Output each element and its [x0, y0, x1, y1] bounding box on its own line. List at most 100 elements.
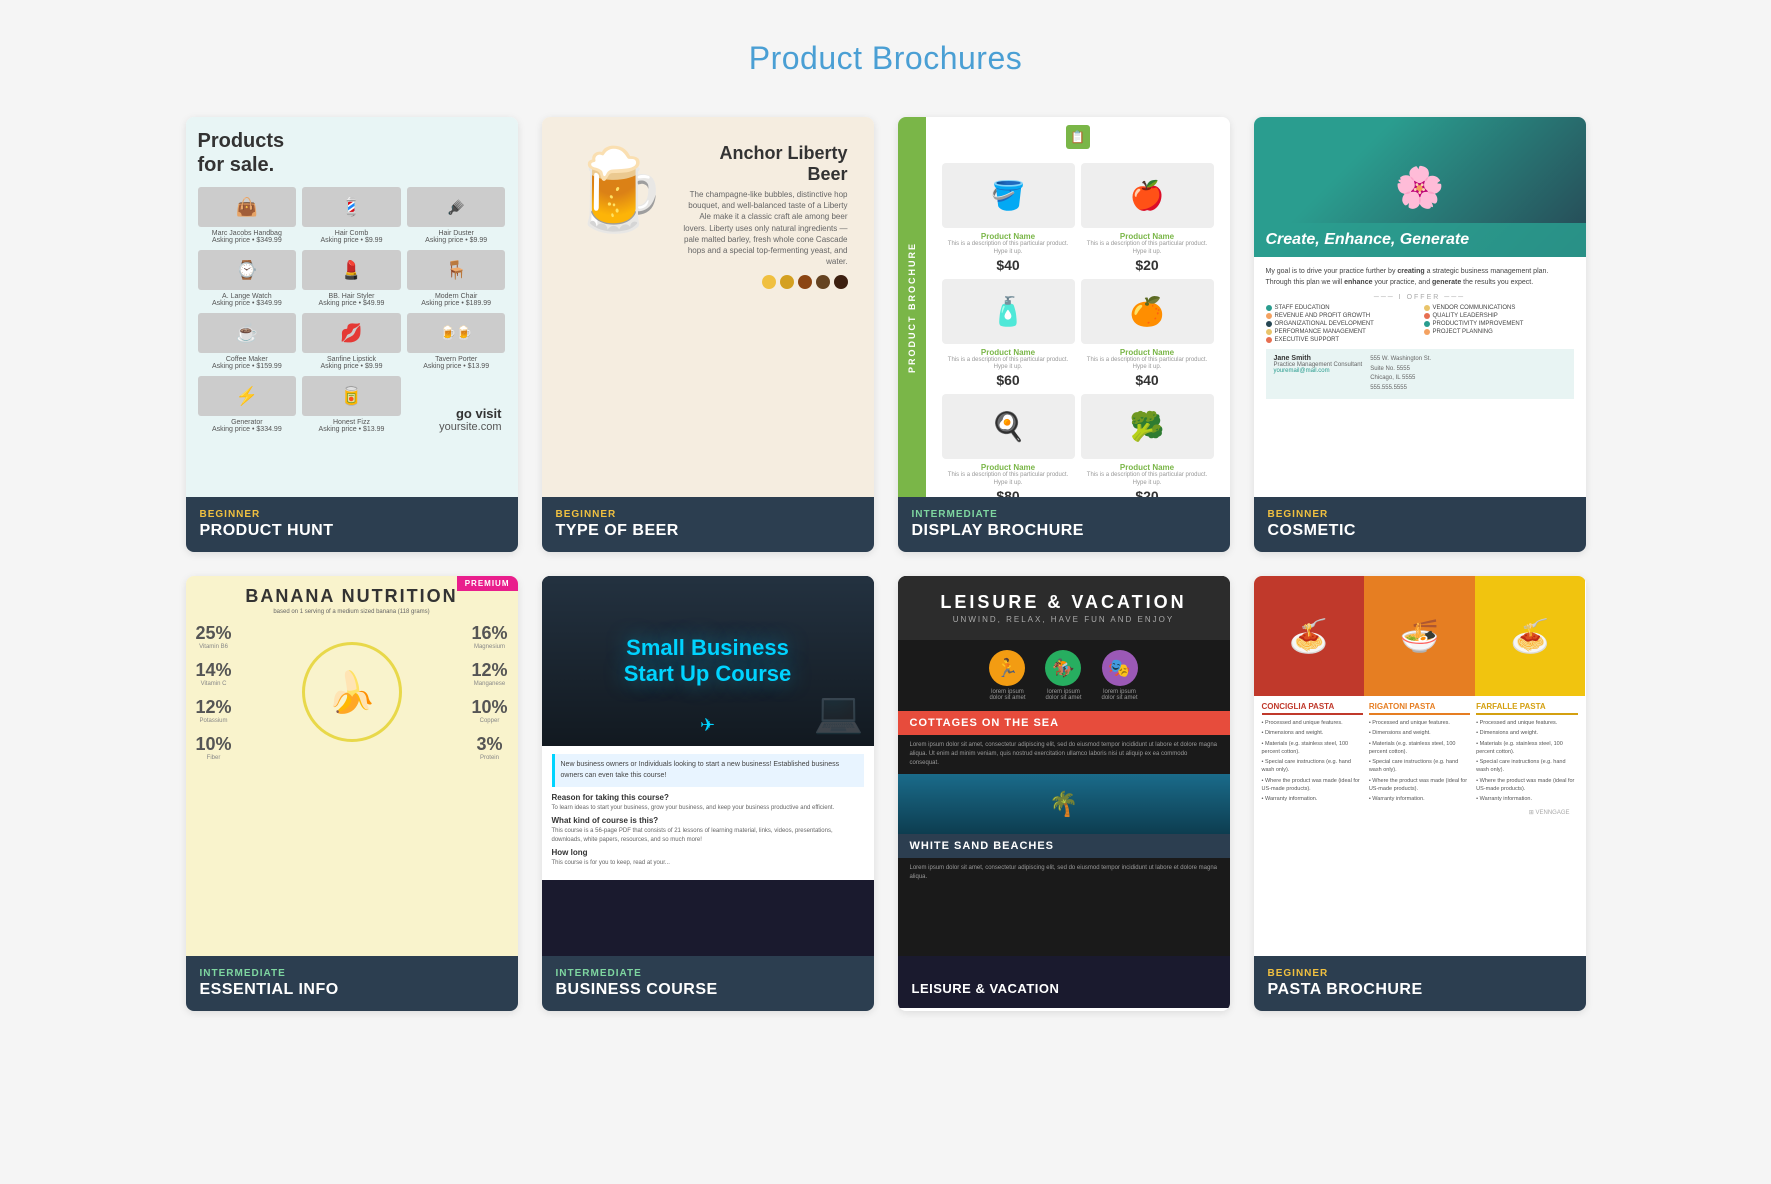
card-preview-product-hunt: Productsfor sale. 👜 Marc Jacobs Handbag … — [186, 117, 518, 497]
ph-item-img: 💋 — [302, 313, 401, 353]
contact-name: Jane Smith — [1274, 355, 1363, 362]
service-dot — [1424, 329, 1430, 335]
leisure-icon-item: 🏃 lorem ipsumdolor sit amet — [989, 650, 1025, 701]
cosmetic-hero-overlay: Create, Enhance, Generate — [1254, 223, 1586, 257]
pasta-column-conciglia: CONCIGLIA PASTA Processed and unique fea… — [1262, 702, 1363, 805]
service-dot — [1424, 321, 1430, 327]
venngage-logo: ⊞ VENNGAGE — [1262, 805, 1578, 820]
card-title: TYPE OF BEER — [556, 522, 860, 540]
card-banana-nutrition[interactable]: PREMIUM BANANA NUTRITION based on 1 serv… — [186, 576, 518, 1011]
service-item: REVENUE AND PROFIT GROWTH — [1266, 313, 1416, 319]
cosmetic-contact: Jane Smith Practice Management Consultan… — [1266, 349, 1574, 399]
ph-item-img: ☕ — [198, 313, 297, 353]
card-preview-display: Product Brochure 📋 🪣 Product Name This i… — [898, 117, 1230, 497]
stat-pct: 12% — [196, 697, 232, 718]
card-footer-beer: BEGINNER TYPE OF BEER — [542, 497, 874, 552]
leisure-section-text: Lorem ipsum dolor sit amet, consectetur … — [910, 864, 1218, 882]
ph-item-price: Asking price • $189.99 — [407, 300, 506, 307]
card-footer-banana: INTERMEDIATE ESSENTIAL INFO — [186, 956, 518, 1011]
product-desc: This is a description of this particular… — [942, 241, 1075, 257]
service-item: PRODUCTIVITY IMPROVEMENT — [1424, 321, 1574, 327]
product-img: 🧴 — [942, 279, 1075, 344]
leisure-header: LEISURE & VACATION UNWIND, RELAX, HAVE F… — [898, 576, 1230, 640]
ph-item-price: Asking price • $334.99 — [198, 426, 297, 433]
product-desc: This is a description of this particular… — [1081, 472, 1214, 488]
service-item: VENDOR COMMUNICATIONS — [1424, 305, 1574, 311]
card-business-course[interactable]: 💻 Small BusinessStart Up Course ✈ New bu… — [542, 576, 874, 1011]
stat-pct: 16% — [471, 623, 507, 644]
ph-item-name: Marc Jacobs Handbag — [198, 230, 297, 237]
card-leisure-vacation[interactable]: LEISURE & VACATION UNWIND, RELAX, HAVE F… — [898, 576, 1230, 1011]
card-pasta-brochure[interactable]: 🍝 🍜 🍝 CONCIGLIA PASTA Processed and uniq… — [1254, 576, 1586, 1011]
list-item: 🥦 Product Name This is a description of … — [1081, 394, 1214, 497]
list-item: Where the product was made (ideal for US… — [1476, 777, 1577, 794]
ph-item-img: 💄 — [302, 250, 401, 290]
card-level: INTERMEDIATE — [912, 509, 1216, 520]
list-item: Processed and unique features. — [1476, 719, 1577, 727]
pasta-img-conciglia: 🍝 — [1254, 576, 1365, 696]
product-price: $40 — [942, 257, 1075, 273]
ph-item-name: Generator — [198, 419, 297, 426]
display-sidebar-text: Product Brochure — [907, 242, 917, 373]
list-item: Where the product was made (ideal for US… — [1369, 777, 1470, 794]
card-title: PASTA BROCHURE — [1268, 981, 1572, 999]
list-item: Dimensions and weight. — [1476, 729, 1577, 737]
ph-item-price: Asking price • $349.99 — [198, 300, 297, 307]
service-dot — [1266, 313, 1272, 319]
ph-item-img: 🥫 — [302, 376, 401, 416]
leisure-icon-label: lorem ipsumdolor sit amet — [1102, 689, 1138, 701]
service-dot — [1266, 321, 1272, 327]
service-dot — [1266, 337, 1272, 343]
card-display-brochure[interactable]: Product Brochure 📋 🪣 Product Name This i… — [898, 117, 1230, 552]
leisure-icon-item: 🏇 lorem ipsumdolor sit amet — [1045, 650, 1081, 701]
leisure-section-body: Lorem ipsum dolor sit amet, consectetur … — [898, 735, 1230, 774]
card-level — [912, 968, 1216, 979]
product-name: Product Name — [942, 463, 1075, 472]
list-item: Dimensions and weight. — [1262, 729, 1363, 737]
pasta-column-rigatoni: RIGATONI PASTA Processed and unique feat… — [1369, 702, 1470, 805]
leisure-section-title: WHITE SAND BEACHES — [898, 834, 1230, 858]
contact-email: youremail@mail.com — [1274, 368, 1363, 374]
card-anchor-beer[interactable]: 🍺 Anchor Liberty Beer The champagne-like… — [542, 117, 874, 552]
ph-item-price: Asking price • $159.99 — [198, 363, 297, 370]
service-dot — [1266, 305, 1272, 311]
pasta-img-rigatoni: 🍜 — [1364, 576, 1475, 696]
card-level: INTERMEDIATE — [556, 968, 860, 979]
leisure-icon-circle: 🏇 — [1045, 650, 1081, 686]
ph-item-img: 🍺🍺 — [407, 313, 506, 353]
ph-website: yoursite.com — [439, 421, 501, 433]
card-preview-leisure: LEISURE & VACATION UNWIND, RELAX, HAVE F… — [898, 576, 1230, 956]
list-item: Processed and unique features. — [1369, 719, 1470, 727]
ph-item-name: Honest Fizz — [302, 419, 401, 426]
pasta-col-title: FARFALLE PASTA — [1476, 702, 1577, 715]
list-item: ⚡ Generator Asking price • $334.99 — [198, 376, 297, 433]
stat-pct: 14% — [196, 660, 232, 681]
business-content: 💻 Small BusinessStart Up Course ✈ New bu… — [542, 576, 874, 956]
ph-item-img: 🪑 — [407, 250, 506, 290]
card-footer-leisure: LEISURE & VACATION — [898, 956, 1230, 1008]
ph-item-name: BB. Hair Styler — [302, 293, 401, 300]
card-cosmetic[interactable]: 🌸 Create, Enhance, Generate My goal is t… — [1254, 117, 1586, 552]
service-item: PROJECT PLANNING — [1424, 329, 1574, 335]
list-item: Warranty information. — [1369, 795, 1470, 803]
business-question: Reason for taking this course? — [552, 793, 864, 802]
pasta-col-title: CONCIGLIA PASTA — [1262, 702, 1363, 715]
list-item: Materials (e.g. stainless steel, 100 per… — [1369, 740, 1470, 757]
ph-grid: 👜 Marc Jacobs Handbag Asking price • $34… — [198, 187, 506, 433]
banana-center-image: 🍌 — [302, 642, 402, 742]
card-level: BEGINNER — [1268, 968, 1572, 979]
contact-name-block: Jane Smith Practice Management Consultan… — [1274, 355, 1363, 393]
list-item: Warranty information. — [1262, 795, 1363, 803]
ph-footer: go visit yoursite.com — [439, 406, 501, 433]
contact-address: 555 W. Washington St.Suite No. 5555Chica… — [1370, 355, 1431, 393]
list-item: Materials (e.g. stainless steel, 100 per… — [1262, 740, 1363, 757]
card-product-hunt[interactable]: Productsfor sale. 👜 Marc Jacobs Handbag … — [186, 117, 518, 552]
cosmetic-hero: 🌸 Create, Enhance, Generate — [1254, 117, 1586, 257]
business-qa-item: Reason for taking this course? To learn … — [552, 793, 864, 812]
business-answer: To learn ideas to start your business, g… — [552, 804, 864, 812]
ph-item-name: Coffee Maker — [198, 356, 297, 363]
business-body: New business owners or Individuals looki… — [542, 746, 874, 880]
page-title: Product Brochures — [20, 40, 1751, 77]
pasta-body: CONCIGLIA PASTA Processed and unique fea… — [1254, 696, 1586, 826]
stat-label: Vitamin B6 — [196, 644, 232, 650]
